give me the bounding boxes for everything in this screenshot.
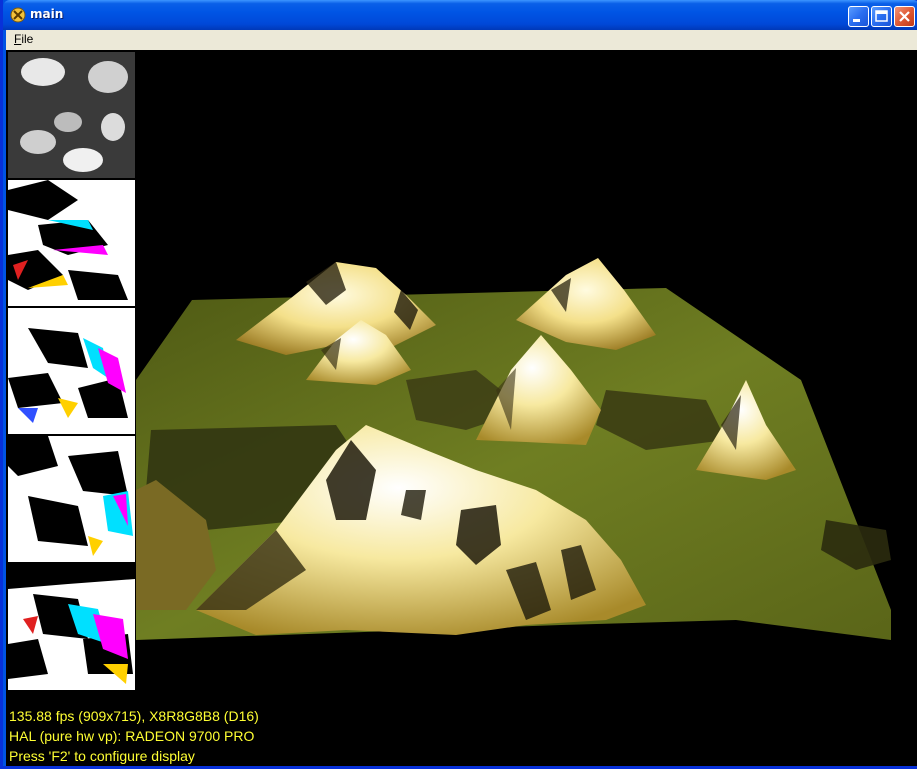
menu-file[interactable]: File [14, 32, 33, 46]
minimize-icon [853, 19, 860, 22]
stats-fps-line: 135.88 fps (909x715), X8R8G8B8 (D16) [9, 708, 259, 724]
terrain-render [136, 258, 891, 640]
app-window: main File 135.88 fps (909x715), X8R8G8B8… [0, 0, 917, 769]
stats-device-line: HAL (pure hw vp): RADEON 9700 PRO [9, 728, 255, 744]
shadow-map-thumbnail-1 [8, 180, 135, 306]
stats-help-line: Press 'F2' to configure display [9, 748, 195, 764]
heightmap-thumbnail [8, 52, 135, 178]
maximize-icon [875, 10, 888, 22]
texture-thumbnails [8, 52, 135, 690]
close-button[interactable] [894, 6, 915, 27]
shadow-map-thumbnail-4 [8, 564, 135, 690]
render-viewport[interactable]: 135.88 fps (909x715), X8R8G8B8 (D16) HAL… [6, 50, 917, 766]
menu-bar: File [6, 30, 917, 50]
app-icon[interactable] [10, 7, 26, 23]
window-title: main [30, 7, 64, 21]
shadow-map-thumbnail-2 [8, 308, 135, 434]
title-bar[interactable]: main [3, 0, 917, 30]
minimize-button[interactable] [848, 6, 869, 27]
stats-overlay: 135.88 fps (909x715), X8R8G8B8 (D16) HAL… [9, 706, 259, 766]
maximize-button[interactable] [871, 6, 892, 27]
menu-file-label: ile [21, 32, 34, 46]
close-icon [899, 11, 910, 22]
shadow-map-thumbnail-3 [8, 436, 135, 562]
